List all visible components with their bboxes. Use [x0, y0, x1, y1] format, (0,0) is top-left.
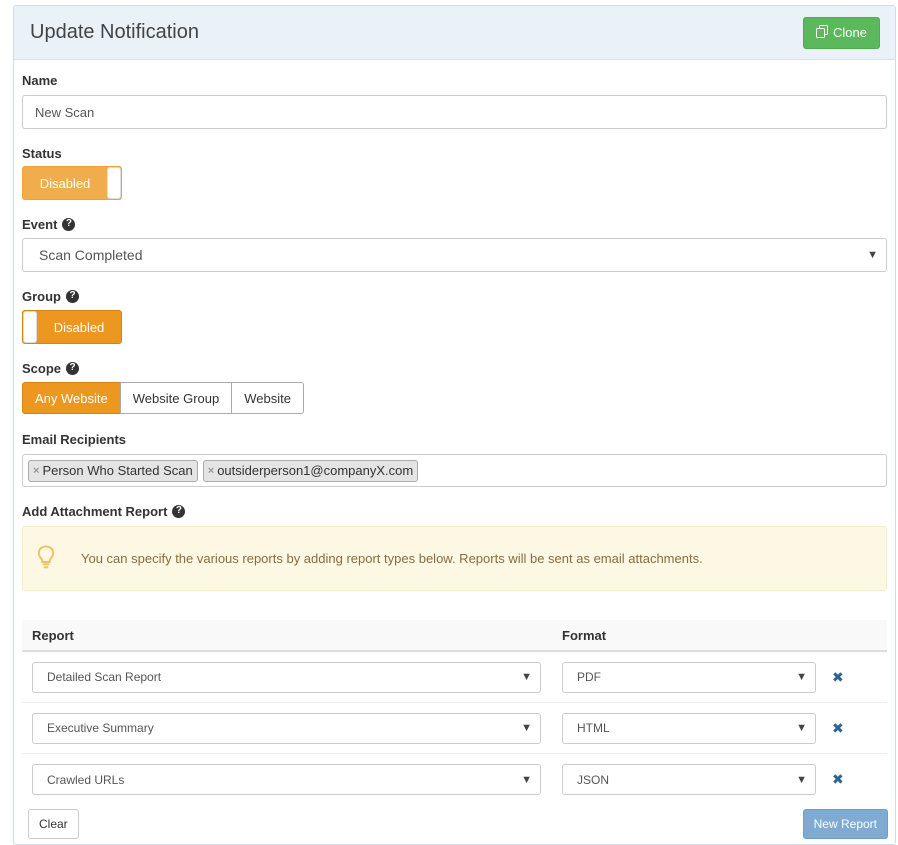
report-select[interactable]: Crawled URLs ▼: [32, 764, 541, 795]
event-select[interactable]: Scan Completed ▼: [22, 238, 887, 272]
recipient-tag: × outsiderperson1@companyX.com: [202, 459, 419, 482]
copy-icon: [816, 24, 829, 41]
panel-header: Update Notification Clone: [14, 6, 895, 60]
group-toggle-knob: [23, 311, 37, 343]
info-alert: You can specify the various reports by a…: [22, 526, 887, 591]
status-toggle-label: Disabled: [39, 175, 91, 191]
format-select-value: JSON: [577, 772, 610, 787]
format-select-value: PDF: [577, 670, 601, 684]
format-column-header: Format: [562, 627, 607, 643]
report-select-value: Crawled URLs: [47, 772, 125, 787]
scope-website-group-button[interactable]: Website Group: [119, 382, 233, 414]
report-select-value: Detailed Scan Report: [47, 670, 162, 684]
clear-button[interactable]: Clear: [28, 809, 79, 839]
name-input[interactable]: New Scan: [22, 95, 887, 129]
status-label-text: Status: [22, 145, 62, 161]
report-table: Report Format Detailed Scan Report ▼ PDF…: [22, 620, 887, 805]
caret-down-icon: ▼: [796, 773, 807, 786]
table-row: Executive Summary ▼ HTML ▼ ✖: [22, 703, 887, 754]
group-label-text: Group: [22, 288, 61, 304]
remove-tag-icon[interactable]: ×: [208, 465, 214, 477]
format-select[interactable]: JSON ▼: [562, 764, 816, 795]
table-actions: Clear New Report: [22, 809, 888, 839]
new-report-button[interactable]: New Report: [802, 809, 888, 839]
report-table-header: Report Format: [22, 620, 887, 652]
status-toggle[interactable]: Disabled: [22, 166, 122, 200]
format-select-value: HTML: [577, 721, 610, 735]
recipient-tag-text: Person Who Started Scan: [42, 463, 193, 478]
caret-down-icon: ▼: [796, 671, 807, 683]
email-recipients-label-text: Email Recipients: [22, 431, 127, 447]
question-circle-icon[interactable]: ?: [172, 504, 186, 518]
question-circle-icon[interactable]: ?: [62, 217, 76, 231]
event-selected-value: Scan Completed: [39, 247, 143, 263]
remove-row-icon[interactable]: ✖: [832, 669, 844, 686]
attachment-report-label-text: Add Attachment Report: [22, 503, 168, 519]
report-select-value: Executive Summary: [47, 721, 154, 735]
status-toggle-knob: [107, 167, 121, 199]
info-alert-text: You can specify the various reports by a…: [81, 551, 703, 566]
caret-down-icon: ▼: [867, 249, 878, 261]
scope-label-text: Scope: [22, 360, 62, 376]
event-label: Event ?: [22, 214, 887, 234]
caret-down-icon: ▼: [796, 722, 807, 734]
scope-button-group: Any Website Website Group Website: [22, 382, 887, 414]
remove-tag-icon[interactable]: ×: [33, 465, 39, 477]
table-row: Crawled URLs ▼ JSON ▼ ✖: [22, 754, 887, 805]
table-row: Detailed Scan Report ▼ PDF ▼ ✖: [22, 652, 887, 703]
group-label: Group ?: [22, 286, 887, 306]
question-circle-icon[interactable]: ?: [66, 361, 80, 375]
caret-down-icon: ▼: [521, 671, 532, 683]
format-select[interactable]: PDF ▼: [562, 661, 816, 693]
remove-row-icon[interactable]: ✖: [832, 720, 844, 737]
group-toggle[interactable]: Disabled: [22, 310, 122, 344]
recipient-tag: × Person Who Started Scan: [28, 459, 198, 482]
notification-panel: Update Notification Clone Name New Scan …: [13, 5, 896, 845]
lightbulb-icon: [37, 545, 55, 572]
scope-website-button[interactable]: Website: [231, 382, 304, 414]
recipient-tag-text: outsiderperson1@companyX.com: [217, 463, 414, 478]
format-select[interactable]: HTML ▼: [562, 712, 816, 744]
remove-row-icon[interactable]: ✖: [832, 771, 844, 788]
clone-button[interactable]: Clone: [803, 16, 880, 49]
caret-down-icon: ▼: [521, 773, 532, 786]
email-recipients-label: Email Recipients: [22, 429, 887, 449]
group-toggle-label: Disabled: [53, 319, 105, 335]
page-title: Update Notification: [30, 21, 199, 43]
name-label-text: Name: [22, 72, 58, 88]
event-label-text: Event: [22, 216, 58, 232]
scope-label: Scope ?: [22, 358, 887, 378]
status-label: Status: [22, 143, 887, 163]
report-column-header: Report: [32, 627, 74, 643]
name-input-value: New Scan: [35, 104, 95, 120]
clone-label: Clone: [833, 25, 867, 40]
email-recipients-input[interactable]: × Person Who Started Scan × outsiderpers…: [22, 454, 887, 487]
scope-any-website-button[interactable]: Any Website: [22, 382, 121, 414]
caret-down-icon: ▼: [521, 722, 532, 734]
report-select[interactable]: Executive Summary ▼: [32, 712, 541, 744]
name-label: Name: [22, 70, 887, 90]
report-select[interactable]: Detailed Scan Report ▼: [32, 661, 541, 693]
question-circle-icon[interactable]: ?: [66, 289, 79, 303]
attachment-report-label: Add Attachment Report ?: [22, 501, 887, 521]
